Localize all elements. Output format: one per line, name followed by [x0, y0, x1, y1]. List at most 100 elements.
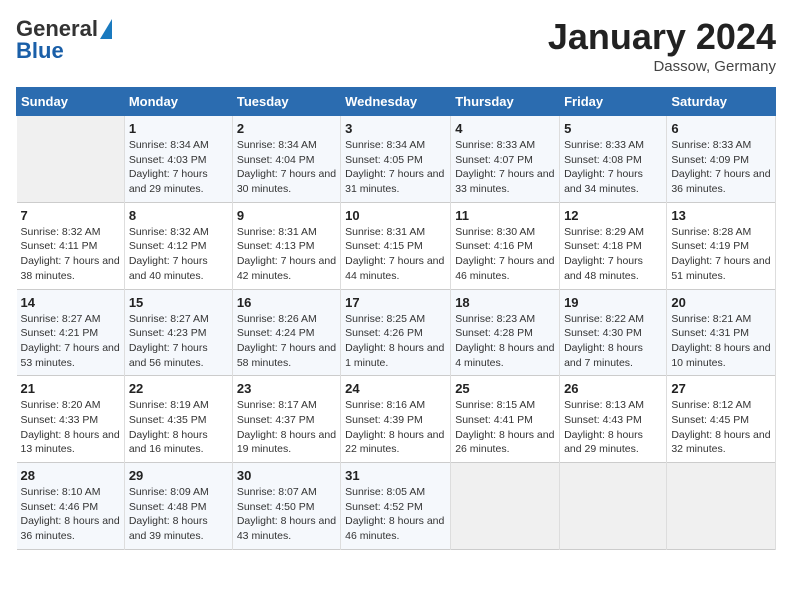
day-number: 30 [237, 468, 336, 483]
weekday-header-thursday: Thursday [451, 88, 560, 116]
calendar-cell: 3 Sunrise: 8:34 AMSunset: 4:05 PMDaylight… [341, 116, 451, 203]
day-number: 11 [455, 208, 555, 223]
day-info: Sunrise: 8:28 AMSunset: 4:19 PMDaylight:… [671, 225, 771, 284]
location-label: Dassow, Germany [548, 58, 776, 75]
day-info: Sunrise: 8:12 AMSunset: 4:45 PMDaylight:… [671, 398, 771, 457]
day-info: Sunrise: 8:33 AMSunset: 4:09 PMDaylight:… [671, 138, 771, 197]
calendar-cell: 19Sunrise: 8:22 AMSunset: 4:30 PMDayligh… [560, 289, 667, 376]
day-info: Sunrise: 8:32 AMSunset: 4:11 PMDaylight:… [21, 225, 120, 284]
day-number: 31 [345, 468, 446, 483]
calendar-cell: 14Sunrise: 8:27 AMSunset: 4:21 PMDayligh… [17, 289, 125, 376]
calendar-cell: 15Sunrise: 8:27 AMSunset: 4:23 PMDayligh… [124, 289, 232, 376]
day-number: 12 [564, 208, 662, 223]
calendar-cell [451, 463, 560, 550]
day-info: Sunrise: 8:19 AMSunset: 4:35 PMDaylight:… [129, 398, 228, 457]
day-number: 26 [564, 381, 662, 396]
day-number: 2 [237, 121, 336, 136]
day-number: 29 [129, 468, 228, 483]
day-number: 20 [671, 295, 771, 310]
day-info: Sunrise: 8:32 AMSunset: 4:12 PMDaylight:… [129, 225, 228, 284]
day-info: Sunrise: 8:34 AMSunset: 4:04 PMDaylight:… [237, 138, 336, 197]
calendar-cell: 10 Sunrise: 8:31 AMSunset: 4:15 PMDayligh… [341, 202, 451, 289]
day-number: 8 [129, 208, 228, 223]
day-number: 15 [129, 295, 228, 310]
calendar-table: SundayMondayTuesdayWednesdayThursdayFrid… [16, 87, 776, 550]
weekday-header-monday: Monday [124, 88, 232, 116]
calendar-cell: 29 Sunrise: 8:09 AMSunset: 4:48 PMDayligh… [124, 463, 232, 550]
day-number: 13 [671, 208, 771, 223]
calendar-cell: 17 Sunrise: 8:25 AMSunset: 4:26 PMDayligh… [341, 289, 451, 376]
day-number: 28 [21, 468, 120, 483]
calendar-cell: 26 Sunrise: 8:13 AMSunset: 4:43 PMDayligh… [560, 376, 667, 463]
calendar-cell: 20 Sunrise: 8:21 AMSunset: 4:31 PMDayligh… [667, 289, 776, 376]
day-info: Sunrise: 8:31 AMSunset: 4:15 PMDaylight:… [345, 225, 446, 284]
day-number: 10 [345, 208, 446, 223]
day-info: Sunrise: 8:31 AMSunset: 4:13 PMDaylight:… [237, 225, 336, 284]
day-info: Sunrise: 8:13 AMSunset: 4:43 PMDaylight:… [564, 398, 662, 457]
day-number: 21 [21, 381, 120, 396]
day-number: 14 [21, 295, 120, 310]
day-number: 27 [671, 381, 771, 396]
day-info: Sunrise: 8:10 AMSunset: 4:46 PMDaylight:… [21, 485, 120, 544]
day-number: 25 [455, 381, 555, 396]
day-number: 4 [455, 121, 555, 136]
day-info: Sunrise: 8:21 AMSunset: 4:31 PMDaylight:… [671, 312, 771, 371]
calendar-cell: 7 Sunrise: 8:32 AMSunset: 4:11 PMDaylight… [17, 202, 125, 289]
weekday-header-tuesday: Tuesday [232, 88, 340, 116]
logo-triangle-icon [100, 19, 112, 39]
calendar-cell: 6 Sunrise: 8:33 AMSunset: 4:09 PMDaylight… [667, 116, 776, 203]
day-info: Sunrise: 8:33 AMSunset: 4:07 PMDaylight:… [455, 138, 555, 197]
month-title: January 2024 [548, 16, 776, 58]
day-number: 16 [237, 295, 336, 310]
calendar-cell: 28 Sunrise: 8:10 AMSunset: 4:46 PMDayligh… [17, 463, 125, 550]
calendar-cell: 13 Sunrise: 8:28 AMSunset: 4:19 PMDayligh… [667, 202, 776, 289]
calendar-cell: 25Sunrise: 8:15 AMSunset: 4:41 PMDayligh… [451, 376, 560, 463]
calendar-cell: 16 Sunrise: 8:26 AMSunset: 4:24 PMDayligh… [232, 289, 340, 376]
day-info: Sunrise: 8:33 AMSunset: 4:08 PMDaylight:… [564, 138, 662, 197]
day-number: 22 [129, 381, 228, 396]
calendar-cell: 8 Sunrise: 8:32 AMSunset: 4:12 PMDaylight… [124, 202, 232, 289]
calendar-cell: 11 Sunrise: 8:30 AMSunset: 4:16 PMDayligh… [451, 202, 560, 289]
day-info: Sunrise: 8:09 AMSunset: 4:48 PMDaylight:… [129, 485, 228, 544]
calendar-cell [560, 463, 667, 550]
day-info: Sunrise: 8:34 AMSunset: 4:05 PMDaylight:… [345, 138, 446, 197]
calendar-cell: 4 Sunrise: 8:33 AMSunset: 4:07 PMDaylight… [451, 116, 560, 203]
calendar-week-row: 21Sunrise: 8:20 AMSunset: 4:33 PMDayligh… [17, 376, 776, 463]
title-area: January 2024 Dassow, Germany [548, 16, 776, 75]
calendar-cell: 24Sunrise: 8:16 AMSunset: 4:39 PMDayligh… [341, 376, 451, 463]
weekday-header-friday: Friday [560, 88, 667, 116]
day-info: Sunrise: 8:05 AMSunset: 4:52 PMDaylight:… [345, 485, 446, 544]
day-info: Sunrise: 8:25 AMSunset: 4:26 PMDaylight:… [345, 312, 446, 371]
calendar-week-row: 14Sunrise: 8:27 AMSunset: 4:21 PMDayligh… [17, 289, 776, 376]
day-number: 9 [237, 208, 336, 223]
calendar-cell: 31 Sunrise: 8:05 AMSunset: 4:52 PMDayligh… [341, 463, 451, 550]
day-number: 3 [345, 121, 446, 136]
calendar-cell: 22 Sunrise: 8:19 AMSunset: 4:35 PMDayligh… [124, 376, 232, 463]
day-number: 7 [21, 208, 120, 223]
day-number: 18 [455, 295, 555, 310]
page-header: General Blue January 2024 Dassow, German… [16, 16, 776, 75]
calendar-cell [17, 116, 125, 203]
weekday-header-sunday: Sunday [17, 88, 125, 116]
calendar-cell: 2 Sunrise: 8:34 AMSunset: 4:04 PMDaylight… [232, 116, 340, 203]
calendar-cell: 12 Sunrise: 8:29 AMSunset: 4:18 PMDayligh… [560, 202, 667, 289]
day-number: 19 [564, 295, 662, 310]
day-number: 5 [564, 121, 662, 136]
day-number: 24 [345, 381, 446, 396]
day-number: 17 [345, 295, 446, 310]
calendar-cell: 27 Sunrise: 8:12 AMSunset: 4:45 PMDayligh… [667, 376, 776, 463]
day-number: 1 [129, 121, 228, 136]
calendar-cell: 30Sunrise: 8:07 AMSunset: 4:50 PMDayligh… [232, 463, 340, 550]
day-info: Sunrise: 8:29 AMSunset: 4:18 PMDaylight:… [564, 225, 662, 284]
calendar-week-row: 7 Sunrise: 8:32 AMSunset: 4:11 PMDaylight… [17, 202, 776, 289]
day-info: Sunrise: 8:30 AMSunset: 4:16 PMDaylight:… [455, 225, 555, 284]
calendar-week-row: 28 Sunrise: 8:10 AMSunset: 4:46 PMDayligh… [17, 463, 776, 550]
day-info: Sunrise: 8:26 AMSunset: 4:24 PMDaylight:… [237, 312, 336, 371]
calendar-cell: 18 Sunrise: 8:23 AMSunset: 4:28 PMDayligh… [451, 289, 560, 376]
weekday-header-saturday: Saturday [667, 88, 776, 116]
day-number: 6 [671, 121, 771, 136]
calendar-cell: 1Sunrise: 8:34 AMSunset: 4:03 PMDaylight… [124, 116, 232, 203]
calendar-cell [667, 463, 776, 550]
calendar-header-row: SundayMondayTuesdayWednesdayThursdayFrid… [17, 88, 776, 116]
day-info: Sunrise: 8:23 AMSunset: 4:28 PMDaylight:… [455, 312, 555, 371]
